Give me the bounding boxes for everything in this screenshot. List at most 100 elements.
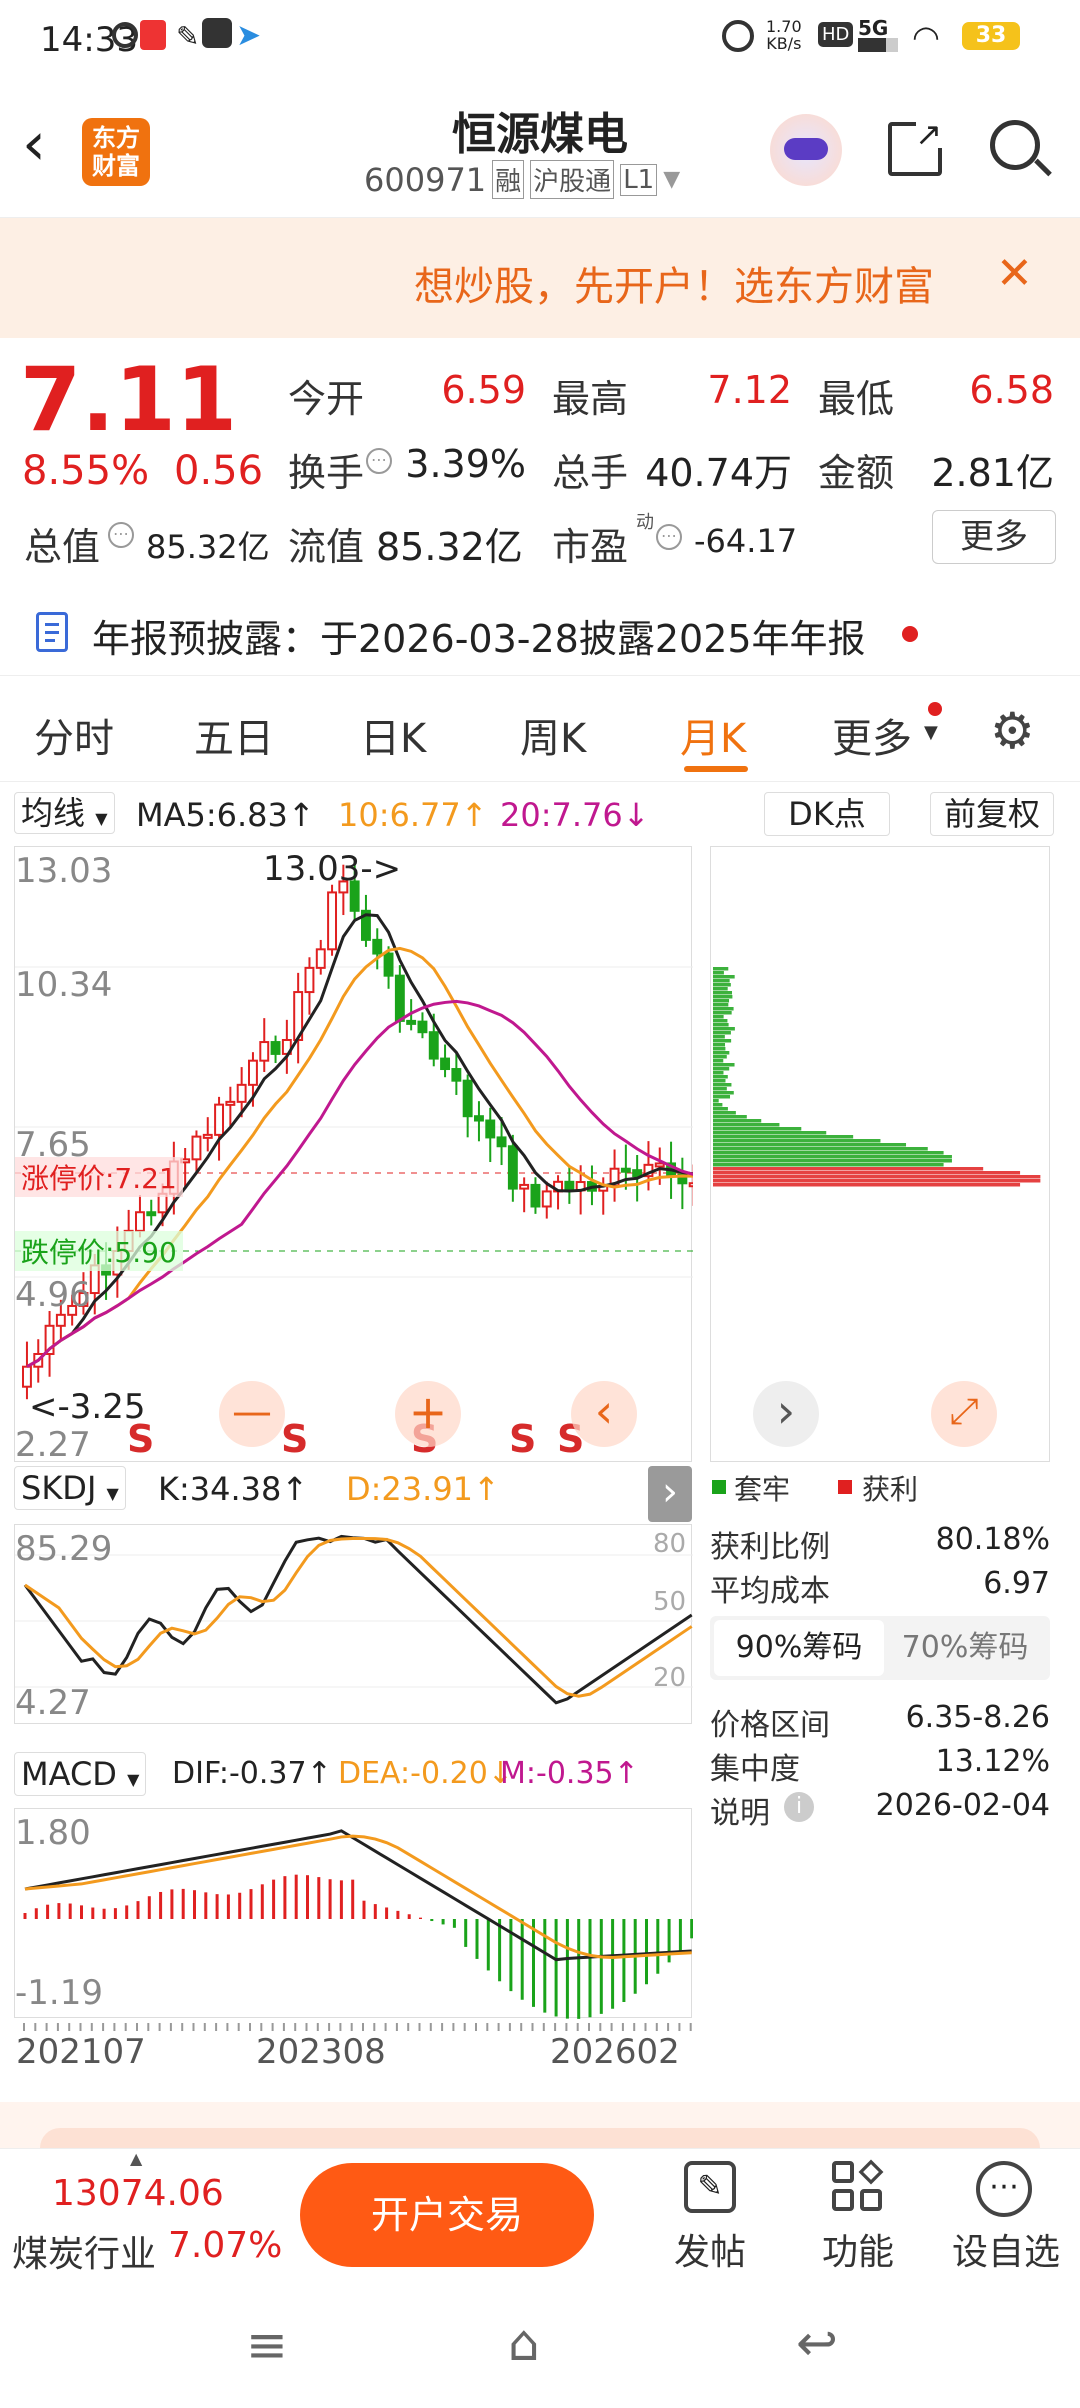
search-icon[interactable]	[990, 120, 1052, 177]
ma-selector[interactable]: 均线 ▼	[14, 792, 115, 834]
price-range-value: 6.35-8.26	[905, 1700, 1050, 1735]
turnover-value: 3.39%	[405, 442, 526, 486]
chip-bar	[713, 999, 730, 1003]
add-watchlist-button[interactable]: ⋯ 设自选	[940, 2157, 1070, 2273]
tab-chip-90[interactable]: 90%筹码	[714, 1620, 884, 1676]
chip-bar	[713, 1135, 854, 1139]
home-icon[interactable]: ⌂	[508, 2318, 540, 2368]
candle-body	[632, 1169, 643, 1178]
kdj-right-tick: 50	[653, 1587, 687, 1617]
industry-name[interactable]: 煤炭行业	[12, 2225, 156, 2277]
notice-text: 年报预披露：于2026-03-28披露2025年年报	[92, 617, 866, 661]
chip-bar	[713, 1155, 952, 1159]
ma20-value: 20:7.76↓	[500, 796, 650, 834]
expand-icon[interactable]: ⤢	[931, 1381, 997, 1447]
macd-selector-label: MACD	[21, 1755, 117, 1793]
candle-body	[564, 1180, 575, 1192]
tab-five-day[interactable]: 五日	[194, 706, 274, 764]
kdj-k-line	[23, 1534, 693, 1705]
chevron-down-icon: ▼	[95, 809, 108, 828]
unread-dot	[902, 626, 918, 642]
chip-bar	[713, 1071, 724, 1075]
candle-body	[451, 1068, 462, 1082]
dk-point-button[interactable]: DK点	[764, 792, 890, 836]
kdj-selector[interactable]: SKDJ ▼	[14, 1466, 126, 1510]
scroll-left-icon[interactable]: ‹	[571, 1381, 637, 1447]
chip-bar	[713, 1179, 1041, 1183]
info-icon[interactable]: ⋯	[366, 448, 392, 474]
function-button[interactable]: 功能	[808, 2157, 908, 2273]
chip-bar	[713, 1175, 1041, 1179]
post-button[interactable]: ✎ 发帖	[660, 2157, 760, 2273]
open-account-trade-button[interactable]: 开户交易	[300, 2163, 594, 2267]
grid-icon	[832, 2159, 884, 2213]
tab-monthly[interactable]: 月K	[680, 706, 746, 764]
limit-up-label: 涨停价:7.21	[15, 1157, 183, 1197]
report-notice[interactable]: 年报预披露：于2026-03-28披露2025年年报	[0, 590, 1080, 676]
trapped-legend-swatch	[712, 1480, 726, 1494]
chip-bar	[713, 1103, 723, 1107]
chip-distribution-chart[interactable]: › ⤢	[710, 846, 1050, 1462]
stock-code-row[interactable]: 600971 融 沪股通 L1 ▼	[364, 160, 680, 199]
ma5-value: MA5:6.83↑	[136, 796, 315, 834]
high-label: 最高	[552, 377, 629, 421]
more-button[interactable]: 更多	[932, 510, 1056, 564]
candle-body	[530, 1183, 541, 1208]
bottom-action-bar: ▲ 13074.06 煤炭行业 7.07% 开户交易 ✎ 发帖 功能 ⋯ 设自选	[0, 2148, 1080, 2278]
back-nav-icon[interactable]: ↩	[796, 2318, 838, 2368]
macd-tick: -1.19	[15, 1973, 103, 2013]
more-badge-dot	[928, 702, 942, 716]
macd-chart[interactable]: 1.80 -1.19	[14, 1808, 693, 2019]
sell-signal: S	[127, 1417, 155, 1461]
float-label: 流值	[288, 525, 365, 569]
change-value: 0.56	[174, 448, 264, 494]
tab-weekly[interactable]: 周K	[520, 706, 586, 764]
close-icon[interactable]: ✕	[996, 248, 1033, 299]
tab-intraday[interactable]: 分时	[34, 706, 114, 764]
zoom-in-icon[interactable]: +	[395, 1381, 461, 1447]
info-icon[interactable]: ⋯	[108, 522, 134, 548]
concentration-value: 13.12%	[935, 1744, 1050, 1779]
candle-body	[22, 1365, 32, 1388]
tab-chip-70[interactable]: 70%筹码	[884, 1620, 1046, 1676]
candle-body	[327, 891, 338, 951]
adjust-button[interactable]: 前复权	[930, 792, 1054, 836]
chip-bar	[713, 1107, 728, 1111]
zoom-out-icon[interactable]: —	[219, 1381, 285, 1447]
net-speed: 1.70 KB/s	[766, 17, 802, 53]
sell-signal: S	[281, 1417, 309, 1461]
candle-body	[248, 1059, 258, 1086]
kdj-chart[interactable]: 85.29 4.27 80 50 20	[14, 1524, 693, 1724]
chip-bar	[713, 1047, 726, 1051]
chip-bar	[713, 995, 733, 999]
chip-bar	[713, 1183, 1021, 1187]
settings-gear-icon[interactable]: ⚙	[990, 706, 1035, 756]
scroll-right-icon[interactable]: ›	[753, 1381, 819, 1447]
wifi-icon: ◠	[912, 18, 940, 56]
menu-icon[interactable]: ≡	[246, 2320, 288, 2370]
chip-bar	[713, 1171, 1021, 1175]
edit-icon: ✎	[684, 2161, 736, 2213]
promo-banner[interactable]: 想炒股，先开户！选东方财富 ✕	[0, 218, 1080, 338]
price-tick: 4.96	[15, 1275, 91, 1315]
info-icon[interactable]: ⋯	[656, 524, 682, 550]
period-tabs: 分时 五日 日K 周K 月K 更多 ▼ ⚙	[0, 682, 1080, 782]
chip-bar	[713, 1011, 732, 1015]
card-peek	[0, 2102, 1080, 2148]
expand-indicator-icon[interactable]: ›	[648, 1466, 692, 1522]
kdj-d-line	[24, 1536, 693, 1698]
industry-index[interactable]: 13074.06	[52, 2173, 224, 2214]
macd-selector[interactable]: MACD ▼	[14, 1752, 147, 1796]
tab-daily[interactable]: 日K	[360, 706, 426, 764]
chevron-down-icon: ▼	[127, 1770, 140, 1789]
tag-margin: 融	[492, 160, 525, 199]
info-icon[interactable]: i	[784, 1792, 814, 1822]
price-chart[interactable]: 13.03 10.34 7.65 4.96 2.27 13.03-> <-3.2…	[14, 846, 693, 1465]
robot-assistant-icon[interactable]	[770, 114, 842, 186]
kdj-k-value: K:34.38↑	[158, 1470, 309, 1508]
chip-bar	[713, 1095, 731, 1099]
candle-body	[462, 1079, 473, 1118]
turnover-label: 换手	[288, 451, 365, 495]
tab-more[interactable]: 更多	[832, 706, 912, 764]
share-icon[interactable]: ↗	[888, 118, 944, 176]
